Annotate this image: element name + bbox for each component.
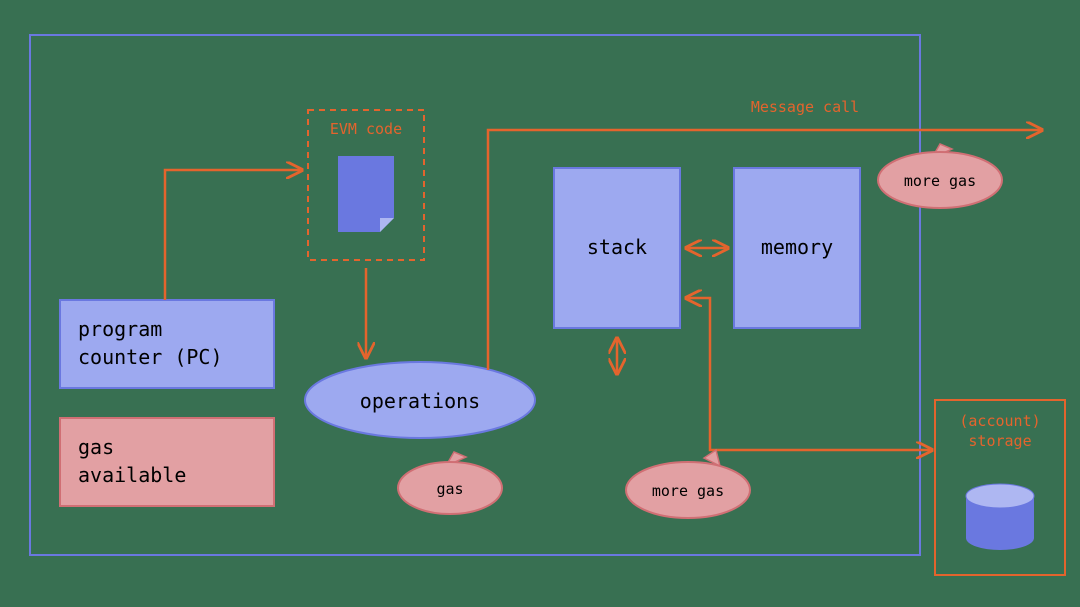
- more-gas-lower-label: more gas: [652, 482, 724, 500]
- more-gas-upper-label: more gas: [904, 172, 976, 190]
- evm-diagram: program counter (PC) gas available EVM c…: [0, 0, 1080, 607]
- document-icon: [338, 156, 394, 232]
- stack-label: stack: [587, 235, 647, 259]
- gas-bubble-label: gas: [436, 480, 463, 498]
- program-counter-label-2: counter (PC): [78, 345, 223, 369]
- gas-available-box: gas available: [60, 418, 274, 506]
- pc-to-evm-arrow: [165, 170, 300, 300]
- more-gas-upper-bubble: more gas: [878, 144, 1002, 208]
- program-counter-label-1: program: [78, 317, 162, 341]
- memory-label: memory: [761, 235, 833, 259]
- evm-code-label: EVM code: [330, 120, 402, 138]
- memory-box: memory: [734, 168, 860, 328]
- gas-available-label-1: gas: [78, 435, 114, 459]
- stack-box: stack: [554, 168, 680, 328]
- message-call-label: Message call: [751, 98, 859, 116]
- gas-available-label-2: available: [78, 463, 186, 487]
- account-storage-label-2: storage: [968, 432, 1031, 450]
- more-gas-lower-bubble: more gas: [626, 450, 750, 518]
- account-storage-label-1: (account): [959, 412, 1040, 430]
- operations-label: operations: [360, 389, 480, 413]
- evm-code-box: EVM code: [308, 110, 424, 260]
- gas-bubble: gas: [398, 452, 502, 514]
- cylinder-icon: [966, 484, 1034, 550]
- operations-ellipse: operations: [305, 362, 535, 438]
- program-counter-box: program counter (PC): [60, 300, 274, 388]
- account-storage-box: (account) storage: [935, 400, 1065, 575]
